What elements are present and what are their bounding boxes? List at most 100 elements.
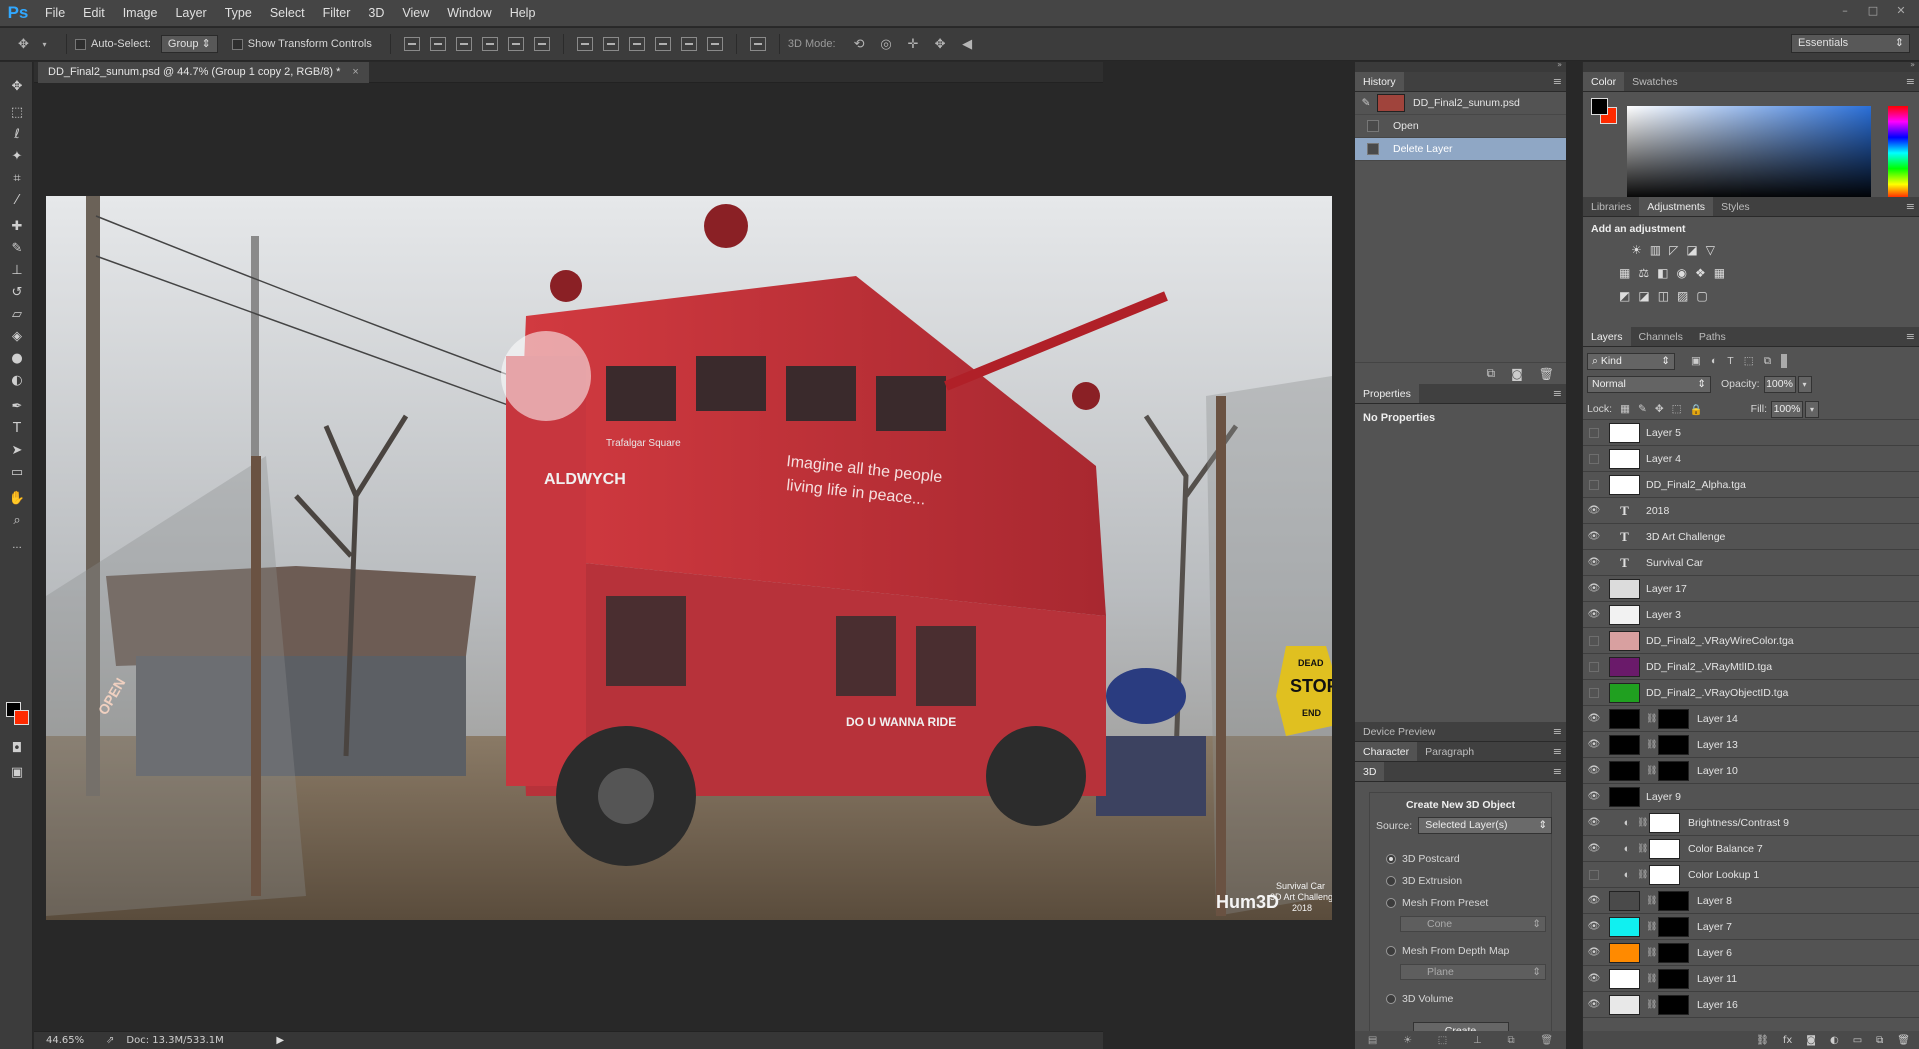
align-bottom-icon[interactable] bbox=[455, 37, 472, 51]
menu-item-type[interactable]: Type bbox=[216, 6, 261, 20]
eye-icon[interactable]: 👁 bbox=[1583, 557, 1605, 568]
hidden-toggle[interactable] bbox=[1589, 635, 1599, 646]
color-balance-icon[interactable]: ⚖ bbox=[1638, 266, 1649, 280]
link-icon[interactable]: ⛓ bbox=[1646, 765, 1657, 776]
gradient-map-icon[interactable]: ▨ bbox=[1677, 289, 1688, 303]
menu-item-select[interactable]: Select bbox=[261, 6, 314, 20]
move-tool-icon[interactable]: ✥ bbox=[8, 78, 26, 96]
export-icon[interactable]: ⇗ bbox=[106, 1035, 114, 1046]
3d-source-dropdown[interactable]: Selected Layer(s) ⇕ bbox=[1418, 817, 1553, 834]
minimize-button[interactable]: – bbox=[1833, 3, 1857, 19]
eye-icon[interactable]: 👁 bbox=[1583, 739, 1605, 750]
tab-character[interactable]: Character bbox=[1355, 742, 1418, 761]
tab-device-preview[interactable]: Device Preview bbox=[1355, 722, 1443, 741]
lock-all-icon[interactable]: 🔒 bbox=[1690, 403, 1703, 416]
panel-menu-icon[interactable]: ≡ bbox=[1553, 387, 1562, 400]
layer-thumb[interactable] bbox=[1609, 708, 1640, 729]
panel-menu-icon[interactable]: ≡ bbox=[1553, 765, 1562, 778]
layer-mask-thumb[interactable] bbox=[1649, 864, 1680, 885]
filter-type-icon[interactable]: T bbox=[1727, 355, 1733, 367]
layers-filter-dropdown[interactable]: ⌕ Kind ⇕ bbox=[1587, 352, 1675, 370]
fx-icon[interactable]: fx bbox=[1783, 1035, 1792, 1046]
panel-menu-icon[interactable]: ≡ bbox=[1553, 725, 1562, 738]
eye-icon[interactable]: 👁 bbox=[1583, 999, 1605, 1010]
filter-adjust-icon[interactable]: ◐ bbox=[1711, 355, 1717, 367]
distribute-top-icon[interactable] bbox=[576, 37, 593, 51]
healing-brush-icon[interactable]: ✚ bbox=[8, 218, 26, 236]
layer-thumb[interactable] bbox=[1609, 682, 1640, 703]
posterize-icon[interactable]: ◪ bbox=[1638, 289, 1649, 303]
tab-adjustments[interactable]: Adjustments bbox=[1639, 197, 1714, 216]
history-brush-icon[interactable]: ↺ bbox=[8, 284, 26, 302]
lock-artboard-icon[interactable]: ⬚ bbox=[1672, 403, 1682, 415]
eye-icon[interactable]: 👁 bbox=[1583, 817, 1605, 828]
tab-paragraph[interactable]: Paragraph bbox=[1417, 742, 1482, 761]
distribute-bottom-icon[interactable] bbox=[628, 37, 645, 51]
workspace-dropdown[interactable]: Essentials ⇕ bbox=[1791, 34, 1910, 53]
3d-light-icon[interactable]: ☀ bbox=[1403, 1035, 1412, 1046]
eye-icon[interactable]: 👁 bbox=[1583, 921, 1605, 932]
magic-wand-icon[interactable]: ✦ bbox=[8, 148, 26, 166]
eye-icon[interactable]: 👁 bbox=[1583, 973, 1605, 984]
adjustment-layer-icon[interactable]: ◐ bbox=[1830, 1035, 1839, 1046]
auto-align-icon[interactable] bbox=[749, 37, 766, 51]
layer-row[interactable]: 👁 T 2018 bbox=[1583, 498, 1919, 524]
drag-3d-icon[interactable]: ✛ bbox=[906, 37, 921, 52]
hidden-toggle[interactable] bbox=[1589, 479, 1599, 490]
layer-row[interactable]: 👁 ⛓ Layer 13 bbox=[1583, 732, 1919, 758]
align-vcenter-icon[interactable] bbox=[429, 37, 446, 51]
selective-color-icon[interactable]: ▢ bbox=[1696, 289, 1707, 303]
layer-mask-thumb[interactable] bbox=[1658, 734, 1689, 755]
filter-smart-icon[interactable]: ⧉ bbox=[1764, 355, 1772, 368]
3d-new-icon[interactable]: ⧉ bbox=[1507, 1035, 1514, 1046]
hidden-toggle[interactable] bbox=[1589, 453, 1599, 464]
layer-mask-thumb[interactable] bbox=[1658, 760, 1689, 781]
tab-styles[interactable]: Styles bbox=[1713, 197, 1758, 216]
tab-properties[interactable]: Properties bbox=[1355, 384, 1419, 403]
history-snapshot[interactable]: ✎ DD_Final2_sunum.psd bbox=[1355, 92, 1566, 115]
blur-tool-icon[interactable]: ● bbox=[8, 350, 26, 368]
trash-icon[interactable]: 🗑 bbox=[1540, 1035, 1553, 1046]
align-left-icon[interactable] bbox=[481, 37, 498, 51]
fill-input[interactable]: 100% bbox=[1771, 400, 1803, 418]
layer-thumb[interactable] bbox=[1609, 474, 1640, 495]
tab-swatches[interactable]: Swatches bbox=[1624, 72, 1686, 91]
zoom-tool-icon[interactable]: ⌕ bbox=[8, 512, 26, 530]
layer-thumb[interactable] bbox=[1609, 448, 1640, 469]
layer-row[interactable]: 👁 ⛓ Layer 14 bbox=[1583, 706, 1919, 732]
layer-row[interactable]: DD_Final2_.VRayMtlID.tga bbox=[1583, 654, 1919, 680]
history-item-delete-layer[interactable]: Delete Layer bbox=[1355, 138, 1566, 161]
scale-3d-icon[interactable]: ◀ bbox=[960, 37, 975, 52]
layer-row[interactable]: 👁 T Survival Car bbox=[1583, 550, 1919, 576]
trash-icon[interactable]: 🗑 bbox=[1897, 1035, 1910, 1046]
eye-icon[interactable]: 👁 bbox=[1583, 583, 1605, 594]
menu-item-3d[interactable]: 3D bbox=[359, 6, 393, 20]
layer-row[interactable]: 👁 ⛓ Layer 11 bbox=[1583, 966, 1919, 992]
lock-transparent-icon[interactable]: ▦ bbox=[1620, 403, 1630, 415]
pen-tool-icon[interactable]: ✒ bbox=[8, 398, 26, 416]
layer-thumb[interactable] bbox=[1609, 578, 1640, 599]
layer-row[interactable]: 👁 ⛓ Layer 6 bbox=[1583, 940, 1919, 966]
lock-image-icon[interactable]: ✎ bbox=[1638, 403, 1647, 415]
layer-row[interactable]: 👁 ◐ ⛓ Color Balance 7 bbox=[1583, 836, 1919, 862]
collapse-icon[interactable]: » bbox=[1557, 60, 1562, 69]
curves-icon[interactable]: ◸ bbox=[1669, 243, 1678, 257]
menu-item-layer[interactable]: Layer bbox=[166, 6, 215, 20]
maximize-button[interactable]: □ bbox=[1861, 3, 1885, 19]
eye-icon[interactable]: 👁 bbox=[1583, 505, 1605, 516]
blend-mode-dropdown[interactable]: Normal ⇕ bbox=[1587, 375, 1711, 393]
3d-material-icon[interactable]: ⊥ bbox=[1473, 1035, 1482, 1046]
chevron-down-icon[interactable]: ▾ bbox=[1805, 400, 1819, 418]
eye-icon[interactable]: 👁 bbox=[1583, 609, 1605, 620]
layer-mask-thumb[interactable] bbox=[1649, 812, 1680, 833]
layer-thumb[interactable] bbox=[1609, 786, 1640, 807]
link-layers-icon[interactable]: ⛓ bbox=[1756, 1035, 1769, 1046]
tab-layers[interactable]: Layers bbox=[1583, 327, 1631, 346]
document-tab-close-icon[interactable]: × bbox=[352, 62, 358, 83]
link-icon[interactable]: ⛓ bbox=[1637, 817, 1648, 828]
background-color-swatch[interactable] bbox=[14, 710, 29, 725]
3d-option-depth-map[interactable]: Mesh From Depth Map bbox=[1370, 940, 1551, 962]
layer-thumb[interactable] bbox=[1609, 734, 1640, 755]
color-field[interactable] bbox=[1627, 106, 1871, 200]
3d-depth-dropdown[interactable]: Plane ⇕ bbox=[1400, 964, 1546, 980]
